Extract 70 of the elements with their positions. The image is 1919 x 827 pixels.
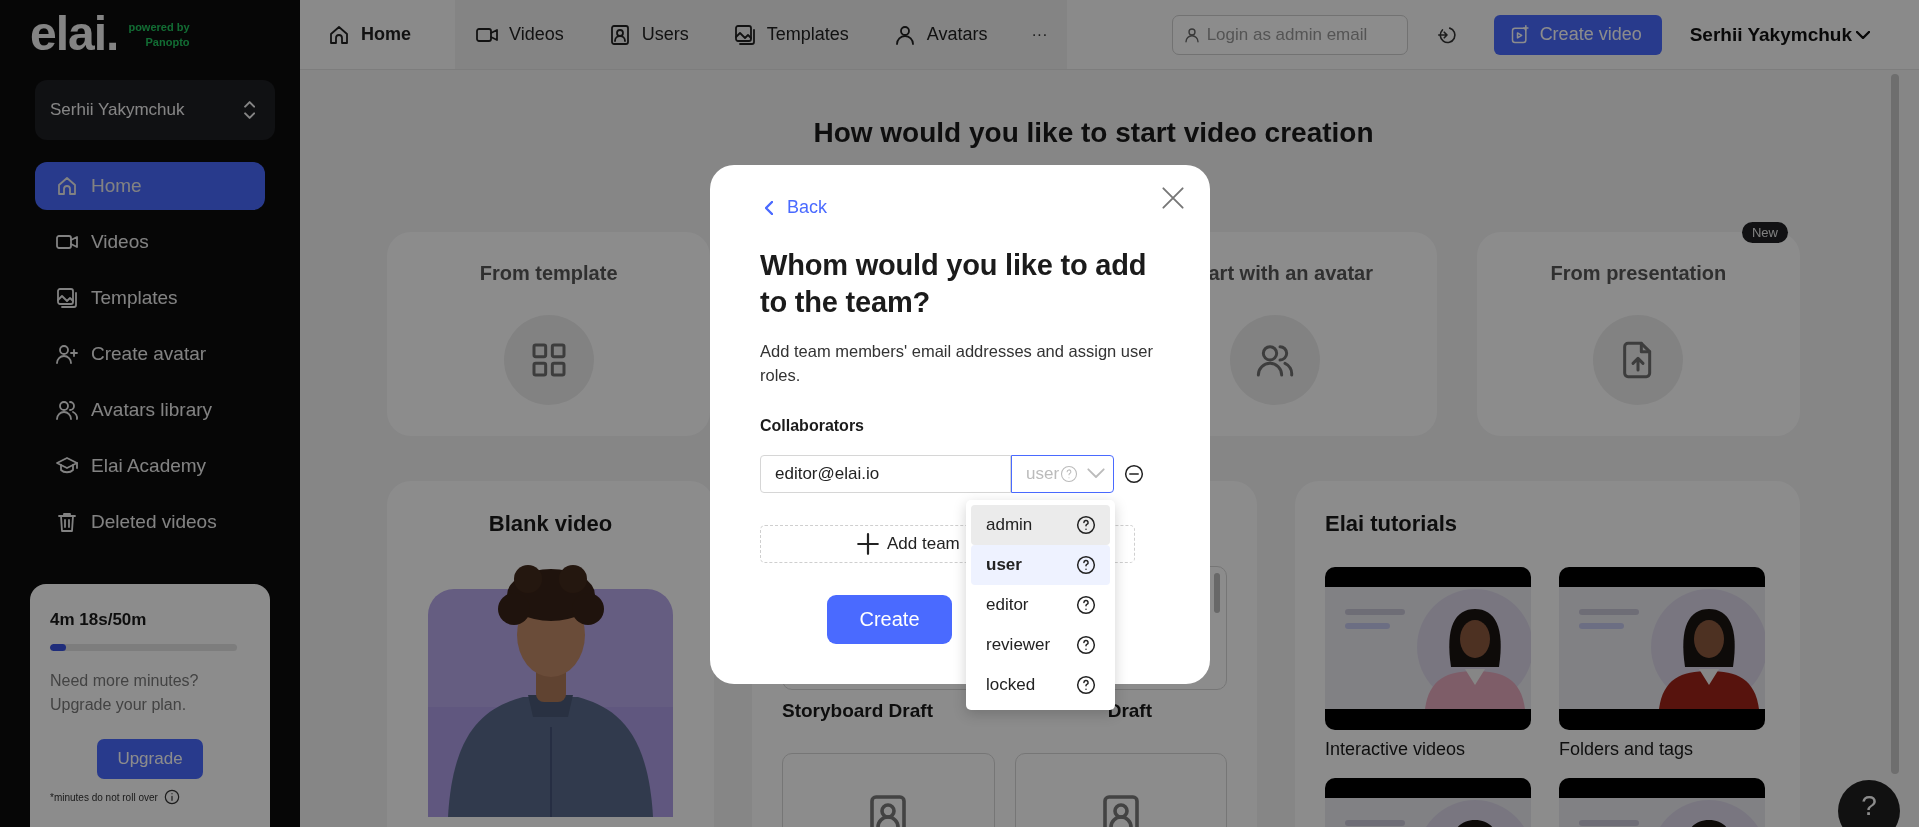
sidebar-item[interactable]: Avatars library — [35, 386, 265, 434]
sidebar-item[interactable]: Create avatar — [35, 330, 265, 378]
help-icon — [1060, 464, 1079, 483]
trash-icon — [55, 510, 79, 534]
users-icon — [55, 398, 79, 422]
help-button[interactable]: ? — [1838, 780, 1900, 827]
option-card[interactable]: From template — [387, 232, 711, 436]
plus-icon — [857, 532, 879, 555]
email-field[interactable]: editor@elai.io — [760, 454, 1011, 493]
sidebar-item[interactable]: Elai Academy — [35, 442, 265, 490]
card-title: From template — [479, 262, 618, 285]
create-video-button[interactable]: Create video — [1493, 14, 1662, 55]
upgrade-button[interactable]: Upgrade — [97, 739, 203, 779]
sidebar-item[interactable]: Deleted videos — [35, 498, 265, 546]
help-icon — [1076, 554, 1096, 575]
help-icon — [1076, 674, 1096, 695]
card-title: From presentation — [1550, 262, 1727, 285]
images-icon — [55, 286, 79, 310]
login-field[interactable]: Login as admin email — [1171, 14, 1408, 55]
thumbnail-title: Storyboard Draft — [782, 699, 934, 723]
powered-by-text: powered by — [128, 20, 190, 35]
remove-button[interactable] — [1124, 463, 1144, 484]
page-heading: How would you like to start video creation — [812, 116, 1375, 150]
workspace-selector[interactable]: Serhii Yakymchuk — [35, 80, 275, 140]
field-label: Collaborators — [760, 416, 865, 435]
usage-reading: 4m 18s/50m — [50, 610, 148, 630]
logo: elai. — [30, 12, 119, 56]
nav-tab[interactable]: Templates — [732, 22, 849, 47]
sidebar-item[interactable]: Videos — [35, 218, 265, 266]
home-icon — [55, 174, 79, 198]
close-button[interactable] — [1162, 187, 1184, 209]
create-button[interactable]: Create — [827, 594, 952, 644]
more-button[interactable]: ··· — [1031, 25, 1048, 44]
chevron-left-icon — [765, 200, 773, 215]
images-icon — [732, 22, 757, 47]
back-link[interactable]: Back — [760, 197, 828, 218]
blank-video-card[interactable]: Blank video — [387, 481, 714, 827]
add-user-icon — [55, 342, 79, 366]
video-title[interactable]: Folders and tags — [1559, 738, 1765, 760]
new-badge: New — [1742, 222, 1788, 243]
footnote: *minutes do not roll over — [50, 791, 158, 803]
menu-item[interactable]: reviewer — [971, 624, 1110, 665]
updown-icon — [243, 101, 255, 119]
card-title: Elai tutorials — [1325, 511, 1459, 537]
help-icon — [1076, 514, 1096, 535]
menu-item[interactable]: user — [971, 544, 1110, 585]
caret-icon — [1856, 30, 1870, 39]
scrollbar-thumb[interactable] — [1214, 573, 1220, 613]
nav-tab[interactable]: Videos — [475, 22, 564, 47]
partner-text: Panopto — [145, 35, 190, 50]
add-video-icon — [1509, 24, 1530, 45]
nav-tab[interactable]: Avatars — [892, 22, 988, 47]
minus-circle-icon — [1124, 463, 1144, 484]
help-icon — [1076, 594, 1096, 615]
menu-item[interactable]: admin — [971, 504, 1110, 545]
person-icon — [1182, 25, 1201, 44]
close-icon — [1162, 187, 1184, 209]
upgrade-message: Need more minutes? Upgrade your plan. — [50, 671, 200, 715]
video-title[interactable]: Interactive videos — [1325, 738, 1531, 760]
help-icon — [1076, 634, 1096, 655]
nav-tab[interactable]: Home — [327, 22, 411, 47]
scrollbar-thumb[interactable] — [1891, 74, 1899, 774]
nav-tab[interactable]: Users — [607, 22, 689, 47]
info-icon — [163, 789, 180, 805]
menu-item[interactable]: locked — [971, 664, 1110, 705]
menu-item[interactable]: editor — [971, 584, 1110, 625]
sidebar-item[interactable]: Templates — [35, 274, 265, 322]
chevron-down-icon — [1087, 468, 1105, 479]
account-menu[interactable]: Serhii Yakymchuk — [1689, 23, 1870, 46]
card-title: Blank video — [487, 511, 614, 537]
